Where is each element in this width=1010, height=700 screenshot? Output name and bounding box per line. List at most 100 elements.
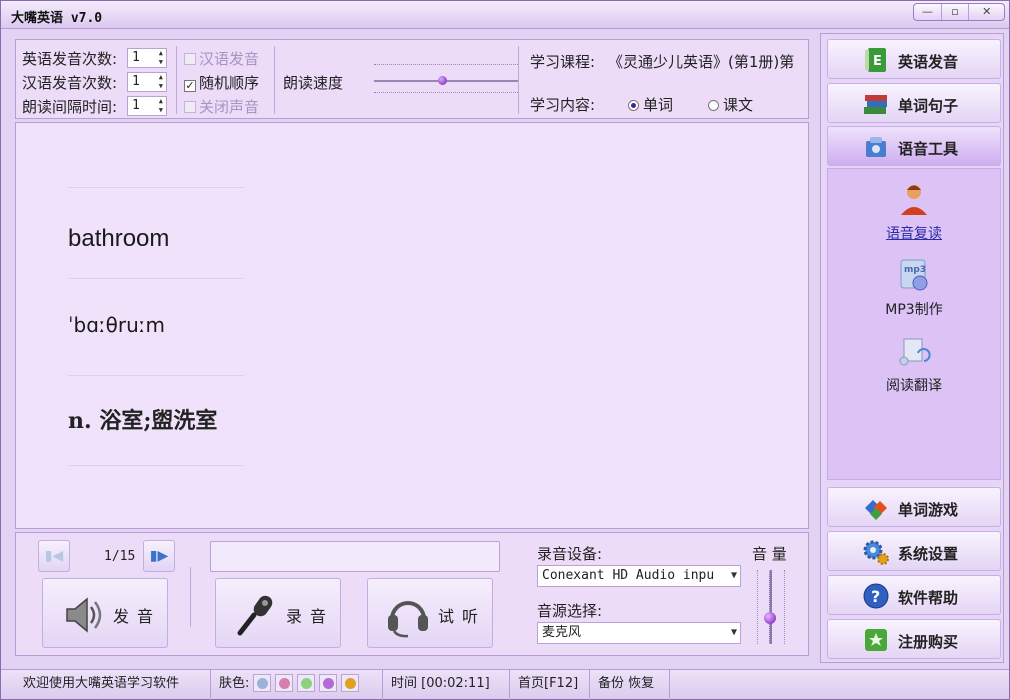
listen-label: 试听: [438, 607, 487, 626]
speed-slider-handle[interactable]: [437, 76, 447, 85]
divider: [190, 567, 191, 627]
status-bar: 欢迎使用大嘴英语学习软件 肤色: 时间 [00:02:11] 首页[F12] 备…: [1, 669, 1009, 700]
pronounce-button[interactable]: 发音: [42, 578, 168, 648]
speed-label: 朗读速度: [283, 74, 344, 92]
course-label: 学习课程:: [530, 53, 596, 71]
pronounce-label: 发音: [113, 607, 162, 626]
chinese-count-value: 1: [132, 74, 140, 89]
rec-device-label: 录音设备:: [537, 545, 603, 563]
next-word-button[interactable]: ▮▶: [143, 540, 175, 572]
close-button[interactable]: ✕: [969, 4, 1004, 20]
books-icon: [864, 95, 887, 114]
skin-swatch-blue[interactable]: [253, 674, 272, 692]
volume-slider-handle[interactable]: [764, 612, 776, 625]
rec-device-select[interactable]: Conexant HD Audio inpu ▼: [537, 565, 741, 587]
random-order-checkbox[interactable]: ✓ 随机顺序: [184, 72, 259, 93]
spinner-arrows-icon[interactable]: ▲ ▼: [159, 73, 163, 91]
backup-restore: 备份 恢复: [590, 670, 670, 700]
record-button[interactable]: 录音: [215, 578, 341, 648]
app-window: 大嘴英语 v7.0 — ▫ ✕ 英语发音次数: 1 ▲ ▼ 汉语发音次数: 1 ▲…: [0, 0, 1010, 700]
mute-checkbox[interactable]: 关闭声音: [184, 96, 259, 117]
tool-reading-translation[interactable]: 阅读翻译: [828, 333, 1000, 395]
sidebar-item-label: 系统设置: [898, 545, 959, 563]
minimize-button[interactable]: —: [914, 4, 942, 20]
word-display-panel: bathroom ˈbɑːθruːm n. 浴室;盥洗室: [15, 122, 809, 529]
listen-button[interactable]: 试听: [367, 578, 493, 648]
sidebar-item-voice-tools[interactable]: 语音工具: [827, 126, 1001, 166]
checkbox-box: [184, 53, 196, 65]
speed-scale-bottom: [374, 92, 518, 93]
chinese-count-spinner[interactable]: 1 ▲ ▼: [127, 72, 167, 92]
chinese-voice-checkbox[interactable]: 汉语发音: [184, 48, 259, 69]
divider: [176, 46, 177, 114]
source-label: 音源选择:: [537, 602, 603, 620]
prev-word-button[interactable]: ▮◀: [38, 540, 70, 572]
sidebar-item-english-pronunciation[interactable]: E 英语发音: [827, 39, 1001, 79]
volume-slider-track[interactable]: [769, 570, 772, 644]
english-count-label: 英语发音次数:: [22, 50, 118, 68]
window-title: 大嘴英语 v7.0: [11, 11, 103, 26]
book-e-icon: E: [865, 48, 886, 72]
restore-button[interactable]: 恢复: [628, 676, 654, 691]
rec-device-value: Conexant HD Audio inpu: [542, 568, 715, 583]
page-indicator: 1/15: [104, 549, 136, 564]
sidebar-item-label: 注册购买: [898, 633, 959, 651]
svg-text:E: E: [873, 54, 882, 69]
home-button[interactable]: 首页[F12]: [510, 670, 590, 700]
word-meaning: n. 浴室;盥洗室: [68, 408, 218, 434]
interval-spinner[interactable]: 1 ▲ ▼: [127, 96, 167, 116]
source-value: 麦克风: [542, 625, 582, 640]
title-bar[interactable]: 大嘴英语 v7.0 — ▫ ✕: [1, 1, 1009, 29]
radio-label: 单词: [643, 96, 674, 114]
voice-tools-list: 语音复读 mp3 MP3制作 阅读翻译: [827, 168, 1001, 480]
divider-line: [68, 375, 244, 376]
interval-value: 1: [132, 98, 140, 113]
skin-selector: 肤色:: [211, 670, 383, 700]
register-icon: [865, 629, 887, 651]
skin-swatch-pink[interactable]: [275, 674, 294, 692]
mp3-icon: mp3: [900, 259, 928, 291]
divider-line: [68, 278, 244, 279]
sidebar-item-system-settings[interactable]: 系统设置: [827, 531, 1001, 571]
content-label: 学习内容:: [530, 96, 596, 114]
content-radio-text[interactable]: 课文: [708, 94, 753, 115]
sidebar-item-help[interactable]: ? 软件帮助: [827, 575, 1001, 615]
tool-voice-repeat[interactable]: 语音复读: [828, 181, 1000, 243]
backup-button[interactable]: 备份: [598, 676, 624, 691]
sidebar-item-words-sentences[interactable]: 单词句子: [827, 83, 1001, 123]
sidebar-item-word-games[interactable]: 单词游戏: [827, 487, 1001, 527]
tool-mp3-maker[interactable]: mp3 MP3制作: [828, 257, 1000, 319]
speaker-icon: [66, 597, 102, 633]
maximize-button[interactable]: ▫: [942, 4, 970, 20]
sidebar-item-label: 单词游戏: [898, 501, 959, 519]
english-count-spinner[interactable]: 1 ▲ ▼: [127, 48, 167, 68]
tool-label: MP3制作: [885, 302, 943, 318]
checkbox-label: 关闭声音: [199, 98, 260, 116]
sidebar-item-register[interactable]: 注册购买: [827, 619, 1001, 659]
status-time: 时间 [00:02:11]: [383, 670, 510, 700]
word-english: bathroom: [68, 225, 170, 252]
spinner-arrows-icon[interactable]: ▲ ▼: [159, 49, 163, 67]
gear-icon: [863, 540, 889, 565]
sidebar: E 英语发音 单词句子 语音工具 语音复读 mp3 MP3制作 阅读翻译 单词游…: [820, 33, 1004, 663]
skin-swatch-orange[interactable]: [341, 674, 360, 692]
person-repeat-icon: [901, 185, 927, 215]
status-welcome: 欢迎使用大嘴英语学习软件: [1, 670, 211, 700]
checkmark-icon: ✓: [184, 79, 196, 92]
chinese-count-label: 汉语发音次数:: [22, 74, 118, 92]
course-value[interactable]: 《灵通少儿英语》(第1册)第: [608, 51, 794, 72]
skin-swatch-green[interactable]: [297, 674, 316, 692]
source-select[interactable]: 麦克风 ▼: [537, 622, 741, 644]
skin-label: 肤色:: [219, 676, 250, 691]
checkbox-label: 汉语发音: [199, 50, 260, 68]
content-radio-words[interactable]: 单词: [628, 94, 673, 115]
skin-swatch-purple[interactable]: [319, 674, 338, 692]
spinner-arrows-icon[interactable]: ▲ ▼: [159, 97, 163, 115]
record-label: 录音: [286, 607, 335, 626]
sidebar-item-label: 语音工具: [898, 140, 959, 158]
sidebar-item-label: 软件帮助: [898, 589, 959, 607]
playback-progress: [210, 541, 500, 572]
volume-label: 音 量: [752, 545, 787, 563]
controls-panel: ▮◀ 1/15 ▮▶ 发音 录音 试听 录音设备: Conexant HD Au…: [15, 532, 809, 656]
microphone-icon: [237, 595, 273, 636]
